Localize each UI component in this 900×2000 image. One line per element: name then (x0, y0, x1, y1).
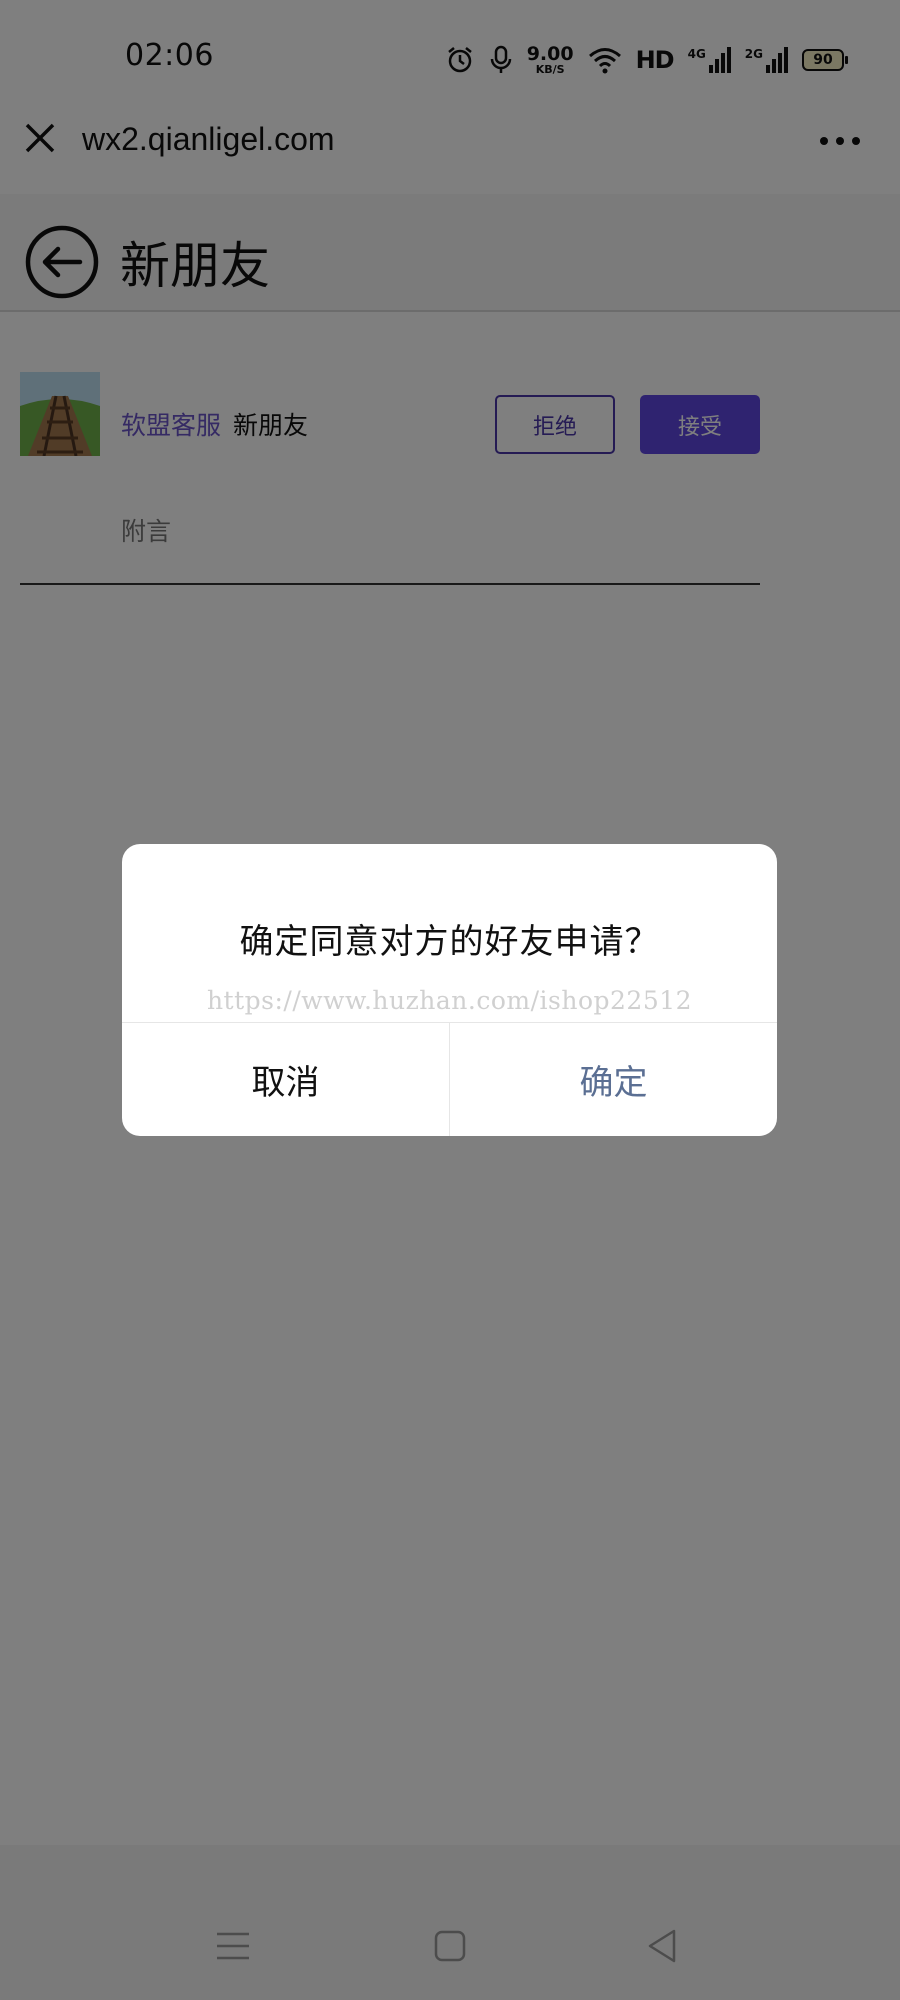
cancel-button[interactable]: 取消 (122, 1023, 449, 1136)
confirm-button[interactable]: 确定 (450, 1023, 777, 1136)
dialog-message: 确定同意对方的好友申请？ (239, 922, 660, 962)
watermark-text: https://www.huzhan.com/ishop22512 (206, 986, 693, 1015)
confirm-dialog: 确定同意对方的好友申请？ https://www.huzhan.com/isho… (122, 844, 777, 1136)
